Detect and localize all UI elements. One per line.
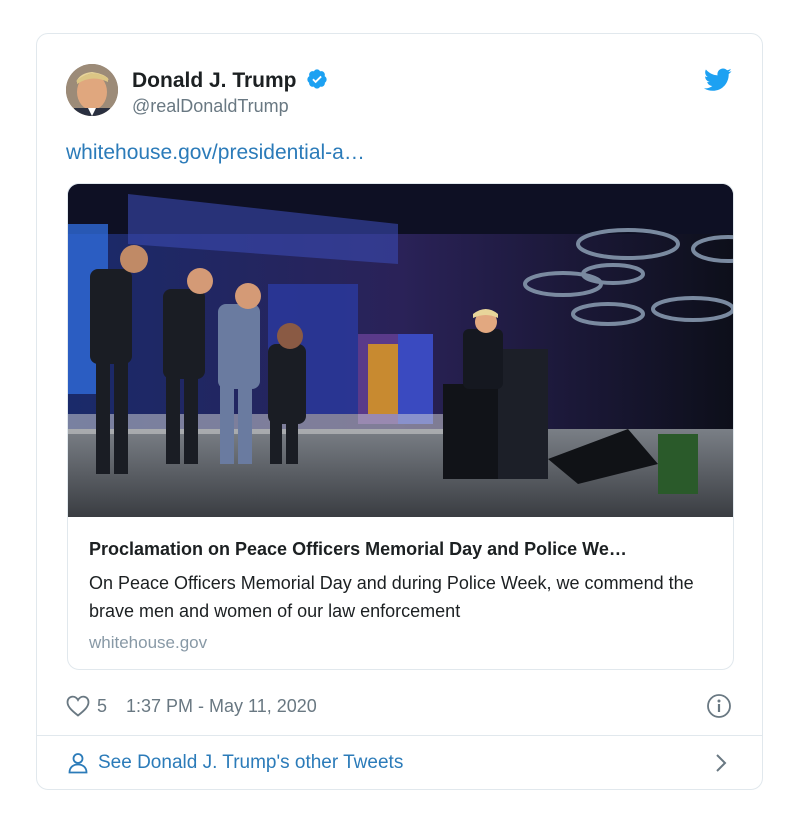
other-tweets-label: See Donald J. Trump's other Tweets xyxy=(98,752,404,773)
avatar-image xyxy=(66,64,118,116)
link-preview-card[interactable]: Proclamation on Peace Officers Memorial … xyxy=(67,183,734,670)
author-name[interactable]: Donald J. Trump xyxy=(132,68,328,93)
author-name-text: Donald J. Trump xyxy=(132,69,297,92)
card-domain: whitehouse.gov xyxy=(89,633,208,652)
card-text: Proclamation on Peace Officers Memorial … xyxy=(89,537,713,655)
info-icon[interactable] xyxy=(706,693,732,719)
card-title: Proclamation on Peace Officers Memorial … xyxy=(89,539,627,559)
author-handle[interactable]: @realDonaldTrump xyxy=(132,96,289,117)
heart-icon[interactable] xyxy=(66,695,90,717)
like-count[interactable]: 5 xyxy=(97,696,107,717)
timestamp[interactable]: 1:37 PM - May 11, 2020 xyxy=(126,696,317,717)
embedded-tweet: Donald J. Trump @realDonaldTrump whiteho… xyxy=(36,33,763,790)
tweet-header: Donald J. Trump @realDonaldTrump xyxy=(66,64,732,120)
card-description: On Peace Officers Memorial Day and durin… xyxy=(89,573,694,621)
person-icon xyxy=(68,753,88,774)
tweet-meta: 5 1:37 PM - May 11, 2020 xyxy=(66,691,732,721)
verified-badge-icon xyxy=(307,69,327,89)
card-image xyxy=(68,184,733,517)
chevron-right-icon xyxy=(716,754,727,772)
tweet-link[interactable]: whitehouse.gov/presidential-a… xyxy=(66,141,365,165)
avatar[interactable] xyxy=(66,64,118,116)
twitter-bird-icon[interactable] xyxy=(704,68,732,92)
other-tweets-link[interactable]: See Donald J. Trump's other Tweets xyxy=(66,736,732,790)
